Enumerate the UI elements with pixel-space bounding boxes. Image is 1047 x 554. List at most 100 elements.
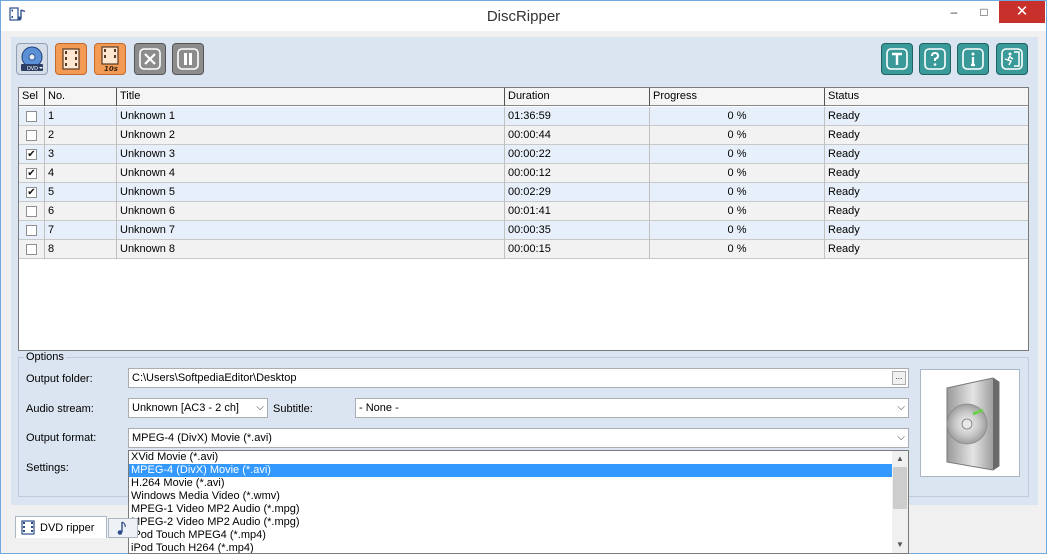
title-cell: Unknown 5 <box>117 183 505 202</box>
info-icon <box>962 48 984 70</box>
duration-cell: 00:00:15 <box>505 240 650 259</box>
no-cell: 8 <box>45 240 117 259</box>
column-header-progress[interactable]: Progress <box>650 88 825 106</box>
sel-cell: ✔ <box>19 183 45 202</box>
row-checkbox[interactable] <box>26 111 37 122</box>
column-header-no[interactable]: No. <box>45 88 117 106</box>
output-format-label: Output format: <box>26 432 97 444</box>
progress-cell: 0 % <box>650 126 825 145</box>
table-row[interactable]: 8 Unknown 8 00:00:15 0 % Ready <box>19 240 1028 259</box>
info-button[interactable] <box>957 43 989 75</box>
column-header-status[interactable]: Status <box>825 88 1028 106</box>
titles-icon <box>886 48 908 70</box>
output-folder-value: C:\Users\SoftpediaEditor\Desktop <box>132 372 297 384</box>
table-header: Sel No. Title Duration Progress Status <box>19 88 1028 106</box>
pause-icon <box>177 48 199 70</box>
tab-audio[interactable] <box>108 518 138 538</box>
subtitle-value: - None - <box>359 402 399 414</box>
column-header-duration[interactable]: Duration <box>505 88 650 106</box>
sel-cell <box>19 126 45 145</box>
title-bar: DiscRipper – □ ✕ <box>1 1 1046 31</box>
status-cell: Ready <box>828 224 860 236</box>
open-dvd-button[interactable]: DVD <box>16 43 48 75</box>
sel-cell <box>19 107 45 126</box>
no-cell: 2 <box>45 126 117 145</box>
status-cell: Ready <box>828 186 860 198</box>
duration-cell: 01:36:59 <box>505 107 650 126</box>
scroll-thumb[interactable] <box>893 467 907 509</box>
subtitle-label: Subtitle: <box>273 403 313 415</box>
no-cell: 6 <box>45 202 117 221</box>
window-title: DiscRipper <box>486 8 561 25</box>
no-cell: 5 <box>45 183 117 202</box>
row-checkbox[interactable] <box>26 244 37 255</box>
dropdown-item[interactable]: Windows Media Video (*.wmv) <box>129 490 893 503</box>
duration-cell: 00:01:41 <box>505 202 650 221</box>
no-cell: 3 <box>45 145 117 164</box>
row-checkbox[interactable]: ✔ <box>26 149 37 160</box>
table-row[interactable]: 6 Unknown 6 00:01:41 0 % Ready <box>19 202 1028 221</box>
scroll-up-icon[interactable]: ▲ <box>892 451 908 467</box>
dropdown-item[interactable]: H.264 Movie (*.avi) <box>129 477 893 490</box>
minimize-button[interactable]: – <box>939 1 969 23</box>
table-row[interactable]: ✔ 4 Unknown 4 00:00:12 0 % Ready <box>19 164 1028 183</box>
exit-button[interactable] <box>996 43 1028 75</box>
progress-cell: 0 % <box>650 202 825 221</box>
table-row[interactable]: ✔ 5 Unknown 5 00:02:29 0 % Ready <box>19 183 1028 202</box>
table-row[interactable]: ✔ 3 Unknown 3 00:00:22 0 % Ready <box>19 145 1028 164</box>
sel-cell <box>19 221 45 240</box>
dropdown-item[interactable]: iPod Touch H264 (*.mp4) <box>129 542 893 553</box>
status-cell: Ready <box>828 167 860 179</box>
chevron-down-icon: ⌵ <box>897 432 905 443</box>
rip-button[interactable] <box>55 43 87 75</box>
sel-cell <box>19 202 45 221</box>
table-row[interactable]: 2 Unknown 2 00:00:44 0 % Ready <box>19 126 1028 145</box>
row-checkbox[interactable] <box>26 206 37 217</box>
duration-cell: 00:00:12 <box>505 164 650 183</box>
table-row[interactable]: 1 Unknown 1 01:36:59 0 % Ready <box>19 107 1028 126</box>
row-checkbox[interactable]: ✔ <box>26 168 37 179</box>
bottom-tab-strip: DVD ripper <box>11 516 1038 538</box>
browse-button[interactable]: ... <box>892 371 906 385</box>
audio-stream-select[interactable]: Unknown [AC3 - 2 ch] ⌵ <box>128 398 268 418</box>
cancel-icon <box>139 48 161 70</box>
column-header-title[interactable]: Title <box>117 88 505 106</box>
no-cell: 1 <box>45 107 117 126</box>
film-icon <box>20 520 36 543</box>
close-button[interactable]: ✕ <box>999 1 1045 23</box>
chevron-down-icon: ⌵ <box>897 402 905 413</box>
row-checkbox[interactable]: ✔ <box>26 187 37 198</box>
dropdown-item[interactable]: MPEG-4 (DivX) Movie (*.avi) <box>129 463 894 478</box>
dvd-label: DVD <box>27 66 38 72</box>
progress-cell: 0 % <box>650 221 825 240</box>
subtitle-select[interactable]: - None - ⌵ <box>355 398 909 418</box>
dropdown-item[interactable]: MPEG-1 Video MP2 Audio (*.mpg) <box>129 503 893 516</box>
dropdown-item[interactable]: XVid Movie (*.avi) <box>129 451 893 464</box>
column-header-sel[interactable]: Sel <box>19 88 45 106</box>
rip-10s-button[interactable]: 10s <box>94 43 126 75</box>
table-row[interactable]: 7 Unknown 7 00:00:35 0 % Ready <box>19 221 1028 240</box>
row-checkbox[interactable] <box>26 130 37 141</box>
title-cell: Unknown 6 <box>117 202 505 221</box>
help-button[interactable] <box>919 43 951 75</box>
titles-button[interactable] <box>881 43 913 75</box>
titles-table: Sel No. Title Duration Progress Status 1… <box>18 87 1029 351</box>
output-folder-field[interactable]: C:\Users\SoftpediaEditor\Desktop ... <box>128 368 909 388</box>
help-icon <box>924 48 946 70</box>
save-10s-icon: 10s <box>97 46 123 72</box>
sel-cell: ✔ <box>19 145 45 164</box>
tab-dvd-ripper[interactable]: DVD ripper <box>15 516 107 538</box>
sel-cell: ✔ <box>19 164 45 183</box>
progress-cell: 0 % <box>650 183 825 202</box>
scroll-down-icon[interactable]: ▼ <box>892 537 908 553</box>
chevron-down-icon: ⌵ <box>256 402 264 413</box>
cancel-button[interactable] <box>134 43 166 75</box>
output-format-select[interactable]: MPEG-4 (DivX) Movie (*.avi) ⌵ <box>128 428 909 448</box>
status-cell: Ready <box>828 205 860 217</box>
row-checkbox[interactable] <box>26 225 37 236</box>
maximize-button[interactable]: □ <box>969 1 999 23</box>
disc-case-image <box>920 369 1020 477</box>
title-cell: Unknown 3 <box>117 145 505 164</box>
pause-button[interactable] <box>172 43 204 75</box>
output-format-dropdown-list[interactable]: XVid Movie (*.avi) MPEG-4 (DivX) Movie (*… <box>128 450 909 554</box>
